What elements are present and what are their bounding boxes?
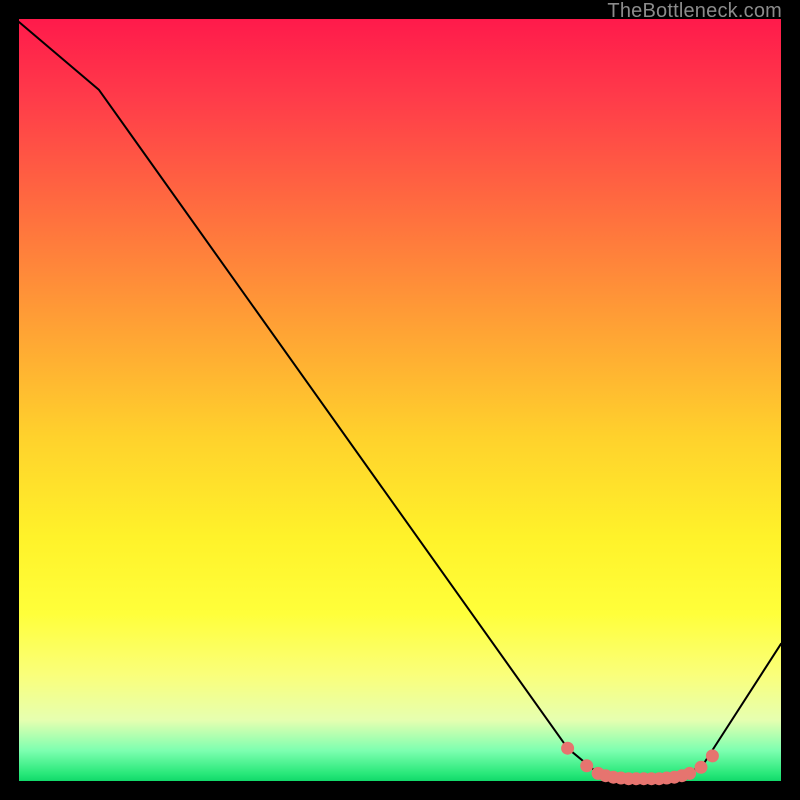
curve-marker bbox=[695, 761, 708, 774]
plot-area bbox=[19, 19, 781, 781]
bottleneck-curve bbox=[19, 22, 781, 779]
chart-stage: TheBottleneck.com bbox=[0, 0, 800, 800]
curve-marker bbox=[580, 759, 593, 772]
curve-marker bbox=[706, 749, 719, 762]
curve-marker bbox=[561, 742, 574, 755]
curve-marker bbox=[683, 767, 696, 780]
curve-markers bbox=[561, 742, 719, 786]
chart-svg bbox=[19, 19, 781, 781]
attribution-label: TheBottleneck.com bbox=[607, 0, 782, 22]
